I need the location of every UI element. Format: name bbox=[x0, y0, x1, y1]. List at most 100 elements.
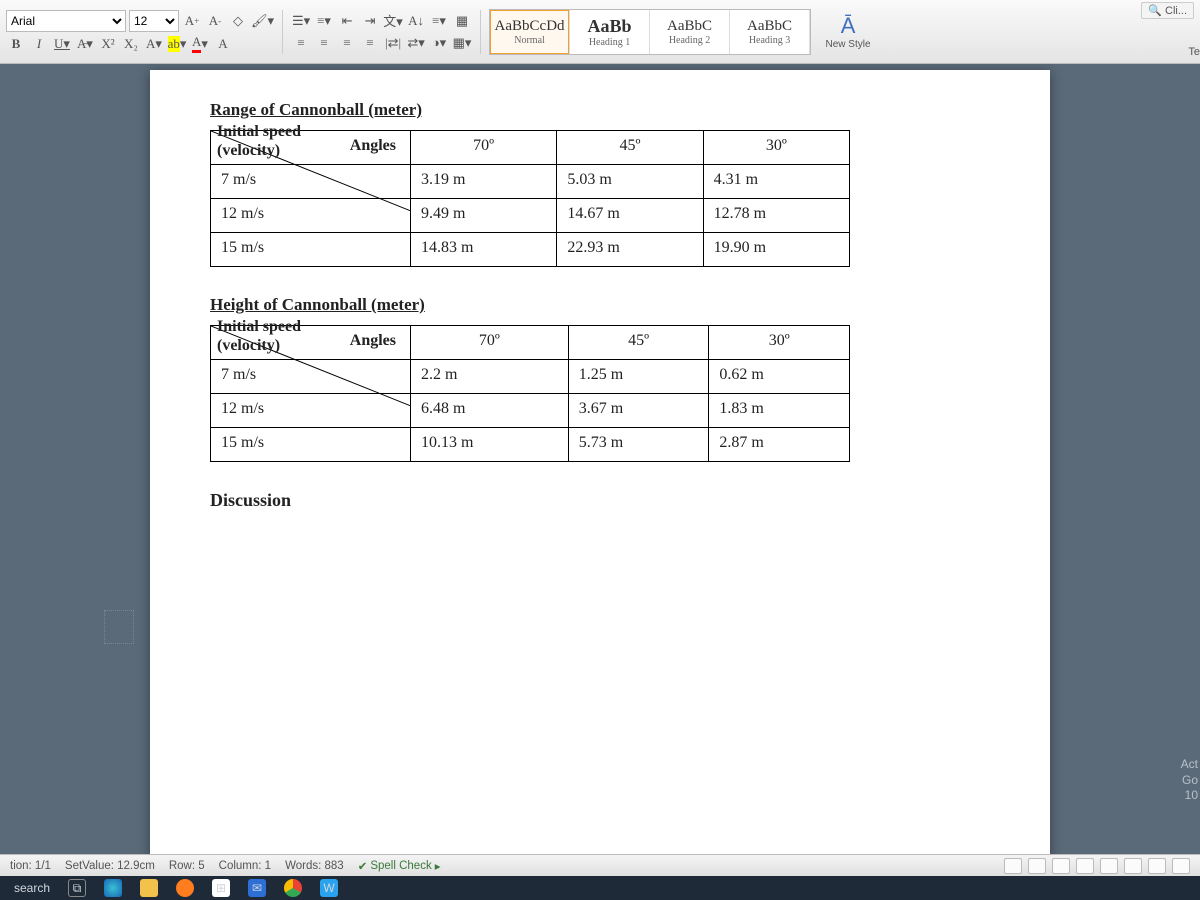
distribute-button[interactable]: |⇄| bbox=[383, 33, 403, 53]
cell[interactable]: 15 m/s bbox=[211, 233, 411, 267]
font-size-select[interactable]: 12 bbox=[129, 10, 179, 32]
cell[interactable]: 14.67 m bbox=[557, 199, 703, 233]
style-label: Heading 1 bbox=[589, 37, 630, 48]
view-page-icon[interactable] bbox=[1100, 858, 1118, 874]
document-page[interactable]: Range of Cannonball (meter) Angles Initi… bbox=[150, 70, 1050, 860]
range-table[interactable]: Angles Initial speed (velocity) 70º 45º … bbox=[210, 130, 850, 267]
cell[interactable]: 1.83 m bbox=[709, 394, 850, 428]
sort-button[interactable]: A↓ bbox=[406, 11, 426, 31]
cell[interactable]: 3.67 m bbox=[568, 394, 709, 428]
cell[interactable]: 9.49 m bbox=[411, 199, 557, 233]
subscript-button[interactable]: X₂ bbox=[121, 34, 141, 54]
chrome-icon[interactable] bbox=[284, 879, 302, 897]
text-direction-button[interactable]: 文▾ bbox=[383, 11, 403, 31]
shrink-font-button[interactable]: A- bbox=[205, 11, 225, 31]
view-fullscreen-icon[interactable] bbox=[1052, 858, 1070, 874]
mail-icon[interactable]: ✉ bbox=[248, 879, 266, 897]
table-row: 15 m/s 10.13 m 5.73 m 2.87 m bbox=[211, 428, 850, 462]
font-name-select[interactable]: Arial bbox=[6, 10, 126, 32]
outdent-button[interactable]: ⇤ bbox=[337, 11, 357, 31]
insert-table-button[interactable]: ▦ bbox=[452, 11, 472, 31]
col-45: 45º bbox=[557, 131, 703, 165]
firefox-icon[interactable] bbox=[176, 879, 194, 897]
format-painter-button[interactable]: 🖌▾ bbox=[251, 11, 274, 31]
align-right-button[interactable]: ≡ bbox=[337, 33, 357, 53]
cell[interactable]: 1.25 m bbox=[568, 360, 709, 394]
para-shading-button[interactable]: ◑▾ bbox=[429, 33, 449, 53]
font-color-button[interactable]: A▾ bbox=[190, 34, 210, 54]
speed-label: Initial speed (velocity) bbox=[217, 318, 301, 355]
view-outline-icon[interactable] bbox=[1004, 858, 1022, 874]
view-reading-icon[interactable] bbox=[1076, 858, 1094, 874]
bullets-button[interactable]: ☰▾ bbox=[291, 11, 311, 31]
cell[interactable]: 12.78 m bbox=[703, 199, 849, 233]
cell[interactable]: 2.2 m bbox=[411, 360, 569, 394]
align-center-button[interactable]: ≡ bbox=[314, 33, 334, 53]
grow-font-button[interactable]: A+ bbox=[182, 11, 202, 31]
style-heading1[interactable]: AaBb Heading 1 bbox=[570, 10, 650, 54]
justify-button[interactable]: ≡ bbox=[360, 33, 380, 53]
wps-icon[interactable]: W bbox=[320, 879, 338, 897]
cell[interactable]: 5.73 m bbox=[568, 428, 709, 462]
status-section: tion: 1/1 bbox=[10, 860, 51, 872]
clear-format-button[interactable]: ◇ bbox=[228, 11, 248, 31]
style-heading3[interactable]: AaBbC Heading 3 bbox=[730, 10, 810, 54]
cell[interactable]: 15 m/s bbox=[211, 428, 411, 462]
indent-button[interactable]: ⇥ bbox=[360, 11, 380, 31]
shading-button[interactable]: A bbox=[213, 34, 233, 54]
superscript-button[interactable]: X² bbox=[98, 34, 118, 54]
cell[interactable]: 2.87 m bbox=[709, 428, 850, 462]
highlight-button[interactable]: ab▾ bbox=[167, 34, 187, 54]
col-30: 30º bbox=[703, 131, 849, 165]
tabs-button[interactable]: ⇄▾ bbox=[406, 33, 426, 53]
paragraph-group: ☰▾ ≡▾ ⇤ ⇥ 文▾ A↓ ≡▾ ▦ ≡ ≡ ≡ ≡ |⇄| ⇄▾ ◑▾ ▦… bbox=[291, 11, 472, 53]
file-explorer-icon[interactable] bbox=[140, 879, 158, 897]
task-view-icon[interactable]: ⧉ bbox=[68, 879, 86, 897]
status-setvalue: SetValue: 12.9cm bbox=[65, 860, 155, 872]
strike-button[interactable]: A̶▾ bbox=[75, 34, 95, 54]
view-web-icon[interactable] bbox=[1148, 858, 1166, 874]
numbering-button[interactable]: ≡▾ bbox=[314, 11, 334, 31]
spell-check-label: Spell Check bbox=[370, 860, 431, 872]
edge-icon[interactable] bbox=[104, 879, 122, 897]
cell[interactable]: 6.48 m bbox=[411, 394, 569, 428]
find-label: Cli... bbox=[1165, 5, 1187, 17]
settings-icon[interactable] bbox=[1172, 858, 1190, 874]
view-controls bbox=[1004, 858, 1190, 874]
cell[interactable]: 3.19 m bbox=[411, 165, 557, 199]
find-button[interactable]: 🔍 Cli... bbox=[1141, 2, 1194, 19]
cell[interactable]: 0.62 m bbox=[709, 360, 850, 394]
status-words[interactable]: Words: 883 bbox=[285, 860, 344, 872]
diagonal-header: Angles Initial speed (velocity) bbox=[211, 131, 411, 165]
line-spacing-button[interactable]: ≡▾ bbox=[429, 11, 449, 31]
table1-title: Range of Cannonball (meter) bbox=[210, 100, 990, 120]
store-icon[interactable]: ⊞ bbox=[212, 879, 230, 897]
cell[interactable]: 5.03 m bbox=[557, 165, 703, 199]
cell[interactable]: 4.31 m bbox=[703, 165, 849, 199]
taskbar-search[interactable]: search bbox=[14, 881, 50, 895]
view-print-icon[interactable] bbox=[1124, 858, 1142, 874]
style-heading2[interactable]: AaBbC Heading 2 bbox=[650, 10, 730, 54]
styles-gallery[interactable]: AaBbCcDd Normal AaBb Heading 1 AaBbC Hea… bbox=[489, 9, 811, 55]
cell[interactable]: 14.83 m bbox=[411, 233, 557, 267]
italic-button[interactable]: I bbox=[29, 34, 49, 54]
view-fit-icon[interactable] bbox=[1028, 858, 1046, 874]
style-normal[interactable]: AaBbCcDd Normal bbox=[490, 10, 570, 54]
new-style-button[interactable]: Ᾱ New Style bbox=[813, 13, 883, 50]
cell[interactable]: 10.13 m bbox=[411, 428, 569, 462]
underline-button[interactable]: U▾ bbox=[52, 34, 72, 54]
cell[interactable]: 19.90 m bbox=[703, 233, 849, 267]
cell[interactable]: 22.93 m bbox=[557, 233, 703, 267]
align-left-button[interactable]: ≡ bbox=[291, 33, 311, 53]
text-effects-button[interactable]: A▾ bbox=[144, 34, 164, 54]
truncated-label: Te bbox=[1188, 46, 1200, 58]
separator bbox=[480, 10, 481, 54]
angles-label: Angles bbox=[350, 137, 396, 155]
bold-button[interactable]: B bbox=[6, 34, 26, 54]
borders-button[interactable]: ▦▾ bbox=[452, 33, 472, 53]
discussion-heading: Discussion bbox=[210, 490, 990, 511]
chevron-right-icon: ▸ bbox=[435, 859, 441, 873]
spell-check-button[interactable]: ✔ Spell Check ▸ bbox=[358, 859, 441, 873]
height-table[interactable]: Angles Initial speed (velocity) 70º 45º … bbox=[210, 325, 850, 462]
table-row: 15 m/s 14.83 m 22.93 m 19.90 m bbox=[211, 233, 850, 267]
